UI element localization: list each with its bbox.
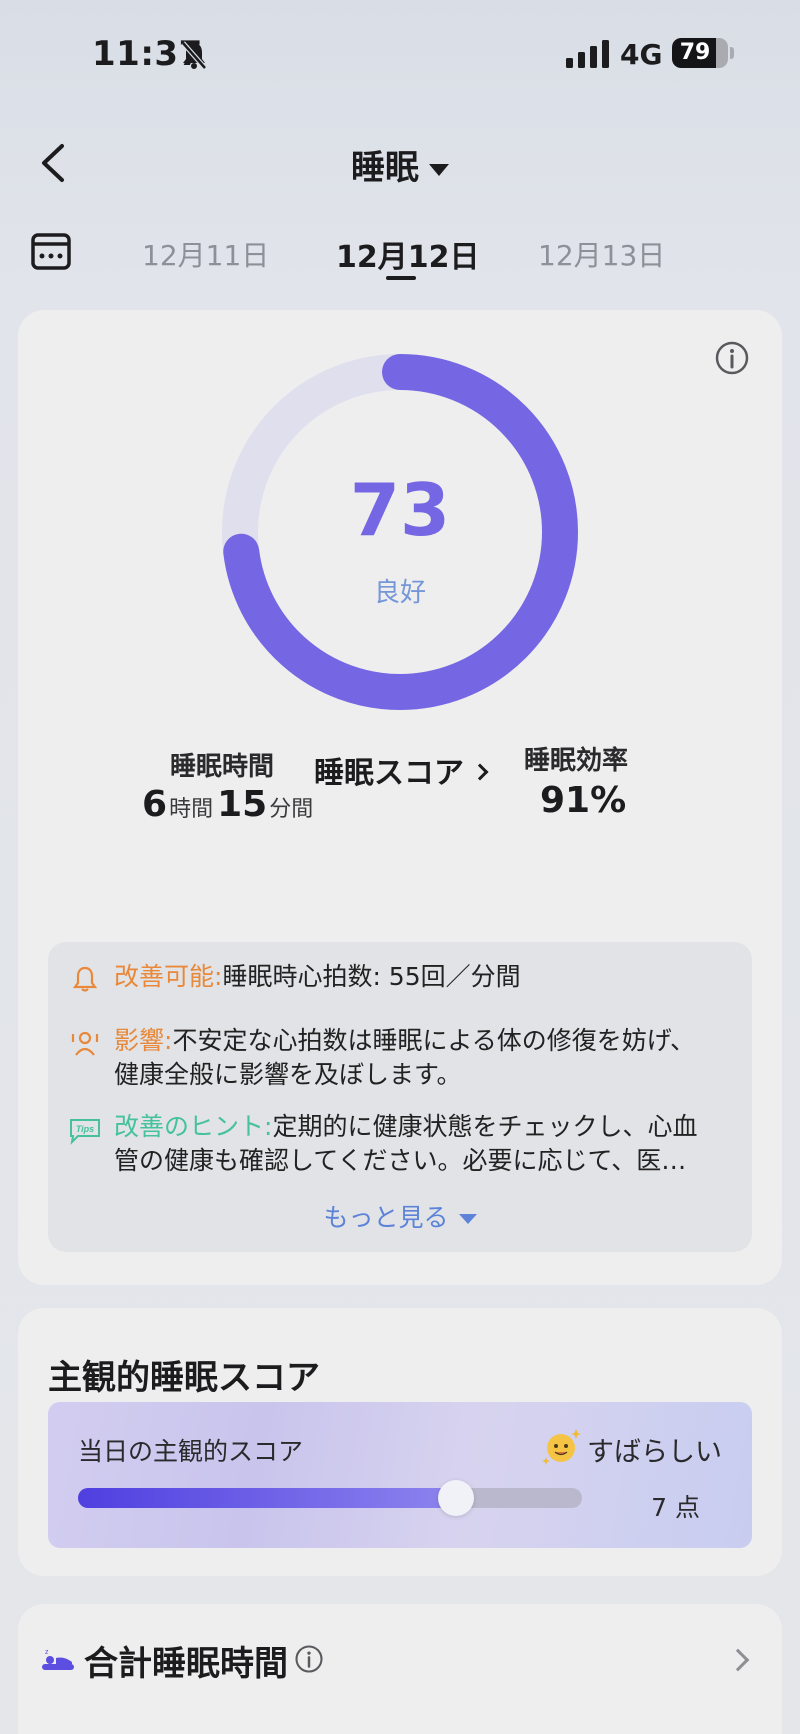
hours-unit: 時間 <box>169 797 214 822</box>
network-label: 4G <box>620 38 663 71</box>
subjective-score-slider[interactable] <box>78 1480 582 1516</box>
status-bar: 11:37 4G 79 <box>0 0 800 110</box>
chevron-right-icon <box>726 1648 750 1672</box>
advice-improve: 改善可能:睡眠時心拍数: 55回／分間 <box>114 958 521 996</box>
total-sleep-title: 合計睡眠時間 <box>84 1644 288 1684</box>
battery-level: 79 <box>679 40 711 65</box>
advice-improve-text: 睡眠時心拍数: 55回／分間 <box>222 962 521 991</box>
calendar-icon[interactable] <box>30 230 72 272</box>
advice-improve-key: 改善可能: <box>114 962 223 991</box>
info-icon[interactable] <box>294 1644 324 1674</box>
advice-impact-key: 影響: <box>114 1026 173 1055</box>
person-sound-icon <box>71 1031 99 1056</box>
slider-thumb[interactable] <box>438 1480 474 1516</box>
advice-impact: 影響:不安定な心拍数は睡眠による体の修復を妨げ、 <box>114 1022 695 1060</box>
chevron-right-icon <box>471 763 489 780</box>
slider-fill <box>78 1488 456 1508</box>
svg-text:z: z <box>45 1649 49 1656</box>
sleep-score-link[interactable]: 睡眠スコア <box>18 748 782 792</box>
sleep-score-card: 73 良好 睡眠スコア 睡眠時間 6時間 15分間 睡眠効率 91% 改善可能:睡… <box>18 310 782 1285</box>
sleep-duration-value: 6時間 15分間 <box>142 784 317 825</box>
tips-badge: Tips <box>76 1124 94 1134</box>
bell-icon <box>72 966 98 992</box>
page-title: 睡眠 <box>351 148 419 188</box>
subjective-score-card: 主観的睡眠スコア 当日の主観的スコア すばらしい 7 点 <box>18 1308 782 1576</box>
score-value: 73 <box>349 468 451 552</box>
sleep-efficiency-value: 91% <box>540 780 627 821</box>
happy-face-icon <box>542 1429 581 1465</box>
date-tab-prev[interactable]: 12月11日 <box>142 234 269 274</box>
sleep-person-icon: z <box>42 1649 74 1670</box>
subjective-score-label: 当日の主観的スコア <box>78 1437 304 1466</box>
total-sleep-card[interactable]: z 合計睡眠時間 <box>18 1604 782 1734</box>
subjective-score-title: 主観的睡眠スコア <box>48 1358 320 1398</box>
date-tab-next[interactable]: 12月13日 <box>538 234 665 274</box>
duration-minutes: 15 <box>217 784 268 825</box>
caret-down-icon <box>458 1214 477 1224</box>
tips-icon: Tips <box>70 1119 100 1145</box>
minutes-unit: 分間 <box>269 797 314 822</box>
bell-slash-icon <box>181 41 207 70</box>
battery-icon: 79 <box>672 38 728 68</box>
sleep-duration-label: 睡眠時間 <box>170 752 275 782</box>
caret-down-icon <box>429 163 449 176</box>
advice-tip-line2: 管の健康も確認してください。必要に応じて、医… <box>114 1146 687 1175</box>
advice-tip: 改善のヒント:定期的に健康状態をチェックし、心血 <box>114 1108 697 1146</box>
show-more-label: もっと見る <box>323 1203 449 1232</box>
advice-tip-line1: 定期的に健康状態をチェックし、心血 <box>272 1112 698 1141</box>
sleep-efficiency-label: 睡眠効率 <box>524 746 629 776</box>
active-tab-indicator <box>386 276 416 280</box>
score-rating: 良好 <box>373 578 426 608</box>
battery-tip <box>730 47 734 59</box>
sleep-score-link-label: 睡眠スコア <box>314 756 464 791</box>
show-more-button[interactable]: もっと見る <box>48 1198 752 1234</box>
advice-impact-line2: 健康全般に影響を及ぼします。 <box>114 1060 462 1089</box>
duration-hours: 6 <box>142 784 168 825</box>
advice-tip-key: 改善のヒント: <box>114 1112 273 1141</box>
advice-impact-line1: 不安定な心拍数は睡眠による体の修復を妨げ、 <box>172 1026 695 1055</box>
info-icon[interactable] <box>714 340 750 376</box>
signal-icon <box>566 40 609 68</box>
subjective-rating: すばらしい <box>587 1437 722 1468</box>
subjective-score-panel[interactable]: 当日の主観的スコア すばらしい 7 点 <box>48 1402 752 1548</box>
advice-box: 改善可能:睡眠時心拍数: 55回／分間 影響:不安定な心拍数は睡眠による体の修復… <box>48 942 752 1252</box>
date-tab-current[interactable]: 12月12日 <box>336 232 480 276</box>
page-title-dropdown[interactable]: 睡眠 <box>0 140 800 189</box>
subjective-points: 7 点 <box>651 1493 700 1522</box>
